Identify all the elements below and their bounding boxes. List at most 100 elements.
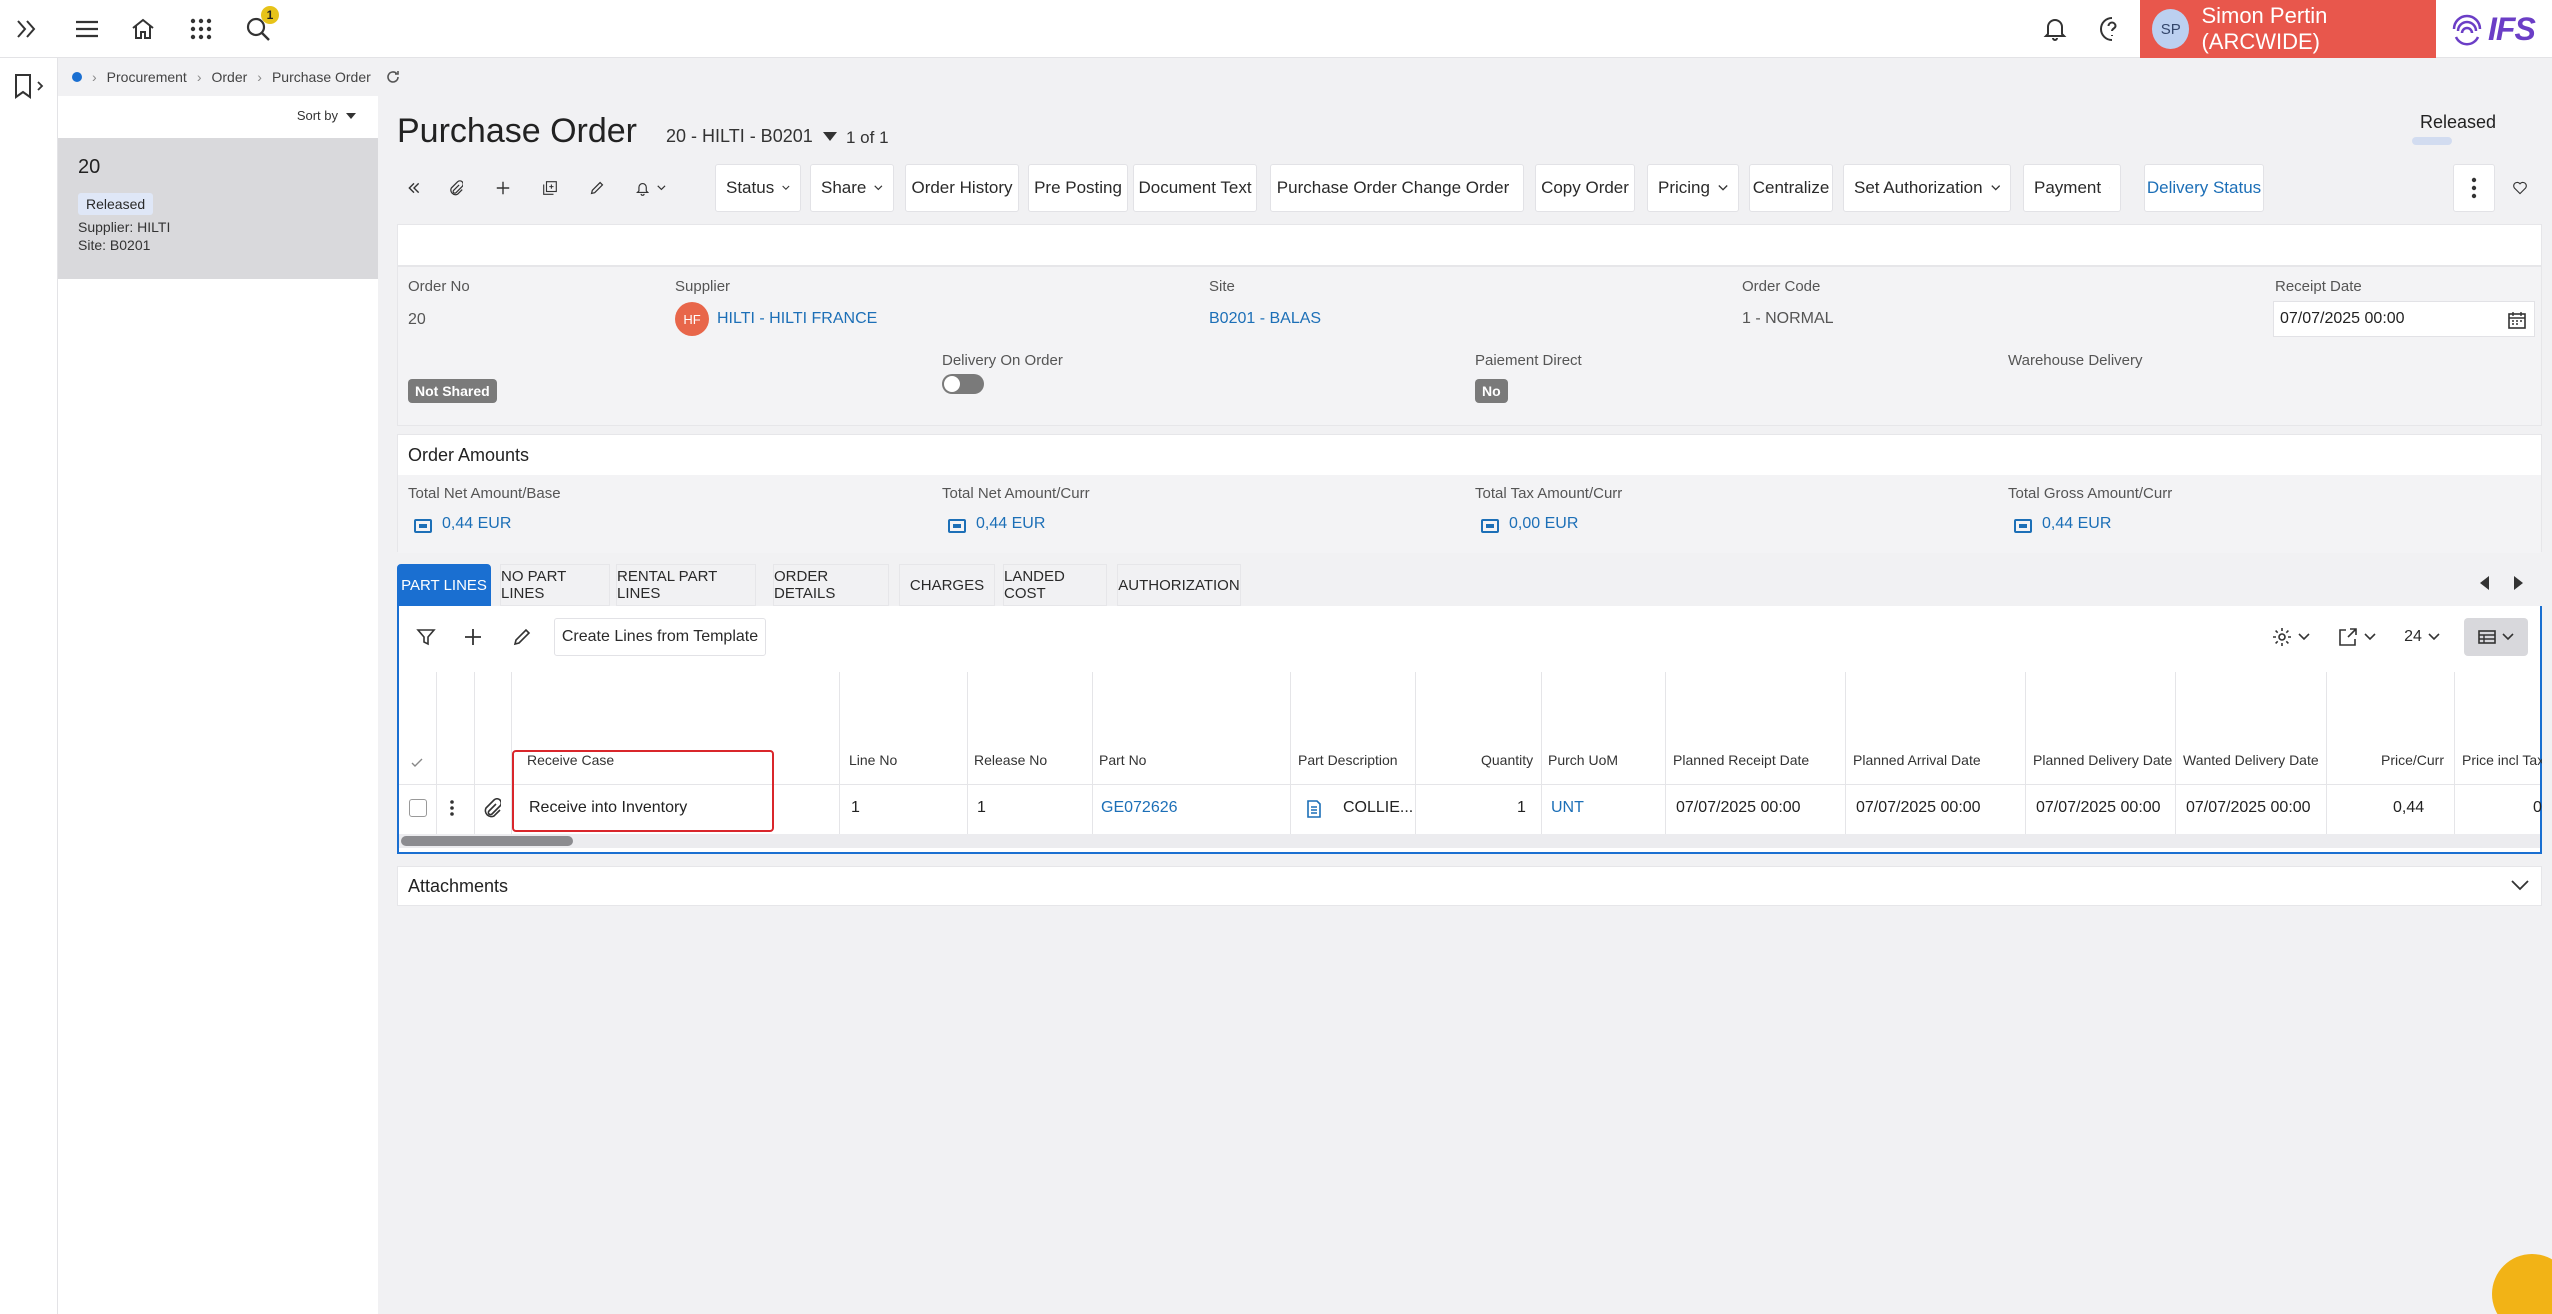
total-gross-curr-label: Total Gross Amount/Curr [2008, 485, 2173, 502]
document-text-button[interactable]: Document Text [1133, 164, 1257, 212]
col-header-planned-receipt-date[interactable]: Planned Receipt Date [1673, 752, 1809, 768]
total-gross-curr-value[interactable]: 0,44 EUR [2042, 515, 2111, 533]
total-tax-curr-value[interactable]: 0,00 EUR [1509, 515, 1578, 533]
create-lines-from-template-button[interactable]: Create Lines from Template [554, 618, 766, 656]
copy-order-button[interactable]: Copy Order [1535, 164, 1635, 212]
col-header-wanted-delivery-date[interactable]: Wanted Delivery Date [2183, 752, 2319, 768]
supplier-link[interactable]: HILTI - HILTI FRANCE [717, 310, 877, 328]
col-header-part-description[interactable]: Part Description [1298, 752, 1398, 768]
order-history-button[interactable]: Order History [905, 164, 1019, 212]
tab-scroll-left-icon[interactable] [2480, 576, 2490, 590]
bookmark-icon[interactable] [12, 72, 48, 100]
site-link[interactable]: B0201 - BALAS [1209, 310, 1321, 328]
breadcrumb-home-dot[interactable] [72, 72, 82, 82]
home-icon[interactable] [126, 12, 160, 46]
payment-button[interactable]: Payment [2023, 164, 2121, 212]
cell-part-no-link[interactable]: GE072626 [1101, 799, 1178, 817]
delivery-status-button[interactable]: Delivery Status [2144, 164, 2264, 212]
col-header-price-curr[interactable]: Price/Curr [2381, 752, 2444, 768]
amount-detail-icon[interactable] [414, 519, 432, 533]
row-select-checkbox[interactable] [409, 799, 427, 817]
search-icon[interactable]: 1 [241, 6, 279, 46]
attachments-section[interactable]: Attachments [397, 866, 2542, 906]
pre-posting-button[interactable]: Pre Posting [1028, 164, 1128, 212]
cell-purch-uom-link[interactable]: UNT [1551, 799, 1584, 817]
more-options-icon[interactable] [2453, 164, 2495, 212]
receipt-date-field[interactable]: 07/07/2025 00:00 [2273, 301, 2535, 337]
duplicate-icon[interactable] [533, 164, 567, 212]
cell-receive-case[interactable]: Receive into Inventory [529, 799, 687, 817]
column-divider [2454, 672, 2455, 836]
delivery-on-order-toggle[interactable] [942, 374, 984, 394]
tab-charges[interactable]: CHARGES [899, 564, 995, 606]
tab-landed-cost[interactable]: LANDED COST [1003, 564, 1107, 606]
tab-no-part-lines[interactable]: NO PART LINES [500, 564, 610, 606]
add-icon[interactable] [486, 164, 520, 212]
calendar-icon[interactable] [2508, 311, 2526, 329]
tab-scroll-right-icon[interactable] [2513, 576, 2523, 590]
share-button[interactable]: Share [810, 164, 894, 212]
order-amounts-body: Total Net Amount/Base 0,44 EUR Total Net… [398, 475, 2541, 553]
view-mode-button[interactable] [2464, 618, 2528, 656]
tab-rental-part-lines[interactable]: RENTAL PART LINES [616, 564, 756, 606]
breadcrumb-item-procurement[interactable]: Procurement [107, 69, 187, 85]
col-header-purch-uom[interactable]: Purch UoM [1548, 752, 1618, 768]
page-size-selector[interactable]: 24 [2397, 618, 2447, 656]
amount-detail-icon[interactable] [1481, 519, 1499, 533]
status-button-label: Status [726, 178, 775, 197]
centralize-button[interactable]: Centralize [1749, 164, 1833, 212]
grid-settings-button[interactable] [2264, 618, 2318, 656]
amount-detail-icon[interactable] [2014, 519, 2032, 533]
row-attachment-icon[interactable] [483, 798, 501, 818]
tab-part-lines[interactable]: PART LINES [397, 564, 491, 606]
total-net-base-value[interactable]: 0,44 EUR [442, 515, 511, 533]
col-header-release-no[interactable]: Release No [974, 752, 1047, 768]
site-label: Site [1209, 278, 1235, 295]
add-row-icon[interactable] [456, 618, 490, 656]
grid-horizontal-scrollbar[interactable] [399, 834, 2540, 848]
chevron-down-icon[interactable] [2511, 880, 2529, 892]
notification-subscribe-icon[interactable] [626, 164, 676, 212]
cell-planned-arrival-date: 07/07/2025 00:00 [1856, 799, 1981, 816]
help-icon[interactable] [2095, 12, 2129, 46]
tab-order-details[interactable]: ORDER DETAILS [773, 564, 889, 606]
breadcrumb-item-purchase-order[interactable]: Purchase Order [272, 69, 371, 85]
menu-icon[interactable] [70, 12, 104, 46]
attachment-icon[interactable] [439, 164, 473, 212]
expand-nav-icon[interactable] [10, 12, 44, 46]
part-description-document-icon[interactable] [1307, 800, 1321, 818]
col-header-planned-arrival-date[interactable]: Planned Arrival Date [1853, 752, 1981, 768]
edit-pencil-icon[interactable] [580, 164, 614, 212]
user-menu[interactable]: SP Simon Pertin (ARCWIDE) [2140, 0, 2436, 58]
collapse-panel-icon[interactable] [397, 164, 431, 212]
grid-toolbar: Create Lines from Template 24 [399, 606, 2540, 670]
col-header-receive-case[interactable]: Receive Case [527, 752, 614, 768]
edit-row-icon[interactable] [505, 618, 539, 656]
col-header-quantity[interactable]: Quantity [1481, 752, 1533, 768]
col-header-line-no[interactable]: Line No [849, 752, 897, 768]
pricing-button[interactable]: Pricing [1647, 164, 1739, 212]
record-selector[interactable]: 20 - HILTI - B0201 [666, 126, 837, 147]
amount-detail-icon[interactable] [948, 519, 966, 533]
set-authorization-button[interactable]: Set Authorization [1843, 164, 2011, 212]
breadcrumb-item-order[interactable]: Order [212, 69, 248, 85]
tab-authorization[interactable]: AUTHORIZATION [1117, 564, 1241, 606]
refresh-icon[interactable] [385, 69, 401, 85]
status-button[interactable]: Status [715, 164, 801, 212]
select-all-check-icon[interactable] [411, 758, 423, 768]
row-actions-icon[interactable] [449, 799, 455, 817]
export-button[interactable] [2330, 618, 2384, 656]
record-card[interactable]: 20 Released Supplier: HILTI Site: B0201 [58, 138, 378, 279]
total-net-curr-value[interactable]: 0,44 EUR [976, 515, 1045, 533]
col-header-price-incl-tax[interactable]: Price incl Tax/ [2462, 752, 2542, 768]
filter-icon[interactable] [409, 618, 443, 656]
col-header-part-no[interactable]: Part No [1099, 752, 1146, 768]
favorite-heart-icon[interactable] [2503, 164, 2537, 212]
assistant-fab[interactable] [2492, 1254, 2552, 1314]
scrollbar-thumb[interactable] [401, 836, 573, 846]
purchase-order-change-order-button[interactable]: Purchase Order Change Order [1270, 164, 1524, 212]
sort-by-dropdown[interactable]: Sort by [297, 108, 356, 123]
apps-grid-icon[interactable] [184, 12, 218, 46]
col-header-planned-delivery-date[interactable]: Planned Delivery Date [2033, 752, 2172, 768]
notifications-bell-icon[interactable] [2038, 12, 2072, 46]
